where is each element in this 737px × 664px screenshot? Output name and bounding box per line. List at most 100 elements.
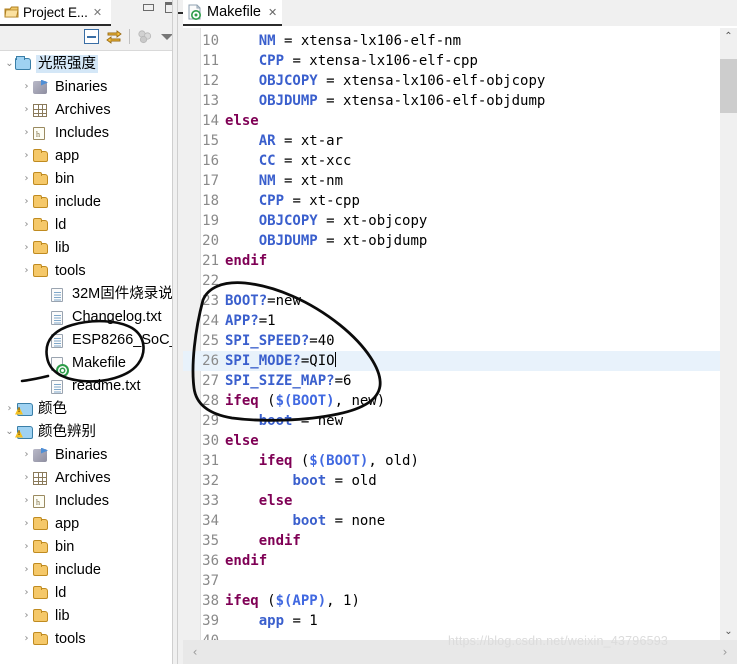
panel-divider[interactable]	[172, 0, 178, 664]
chevron-right-icon[interactable]: ›	[21, 587, 32, 598]
scroll-left-icon[interactable]: ‹	[183, 640, 207, 664]
chevron-right-icon[interactable]: ›	[4, 403, 15, 414]
tree-item[interactable]: readme.txt	[0, 374, 172, 397]
scroll-up-icon[interactable]: ⌃	[720, 28, 737, 45]
tree-item[interactable]: › include	[0, 558, 172, 581]
code-line[interactable]: 25 SPI_SPEED?=40	[183, 331, 737, 351]
chevron-right-icon[interactable]: ›	[21, 518, 32, 529]
close-icon[interactable]: ✕	[268, 6, 277, 19]
code-line[interactable]: 17 NM = xt-nm	[183, 171, 737, 191]
tree-item[interactable]: ⌄ 光照强度	[0, 52, 172, 75]
code-line[interactable]: 27 SPI_SIZE_MAP?=6	[183, 371, 737, 391]
tree-item[interactable]: › ld	[0, 581, 172, 604]
vertical-scroll-track[interactable]	[720, 45, 737, 623]
chevron-right-icon[interactable]: ›	[21, 127, 32, 138]
code-line[interactable]: 40	[183, 631, 737, 640]
code-content[interactable]: 10 NM = xtensa-lx106-elf-nm 11 CPP = xten…	[183, 31, 737, 640]
chevron-right-icon[interactable]: ›	[21, 564, 32, 575]
tree-item[interactable]: › lib	[0, 236, 172, 259]
code-line[interactable]: 33 else	[183, 491, 737, 511]
tree-item[interactable]: › lib	[0, 604, 172, 627]
chevron-down-icon[interactable]: ⌄	[4, 58, 15, 69]
code-line[interactable]: 10 NM = xtensa-lx106-elf-nm	[183, 31, 737, 51]
tree-item[interactable]: › Archives	[0, 466, 172, 489]
tree-item[interactable]: Changelog.txt	[0, 305, 172, 328]
editor-horizontal-scrollbar[interactable]: ‹ ›	[183, 640, 737, 664]
code-line[interactable]: 18 CPP = xt-cpp	[183, 191, 737, 211]
scroll-right-icon[interactable]: ›	[713, 640, 737, 664]
chevron-right-icon[interactable]: ›	[21, 196, 32, 207]
code-line[interactable]: 15 AR = xt-ar	[183, 131, 737, 151]
chevron-right-icon[interactable]: ›	[21, 81, 32, 92]
tree-item[interactable]: › bin	[0, 167, 172, 190]
chevron-right-icon[interactable]: ›	[21, 472, 32, 483]
tree-item[interactable]: ESP8266_SoC_U	[0, 328, 172, 351]
code-line[interactable]: 19 OBJCOPY = xt-objcopy	[183, 211, 737, 231]
tree-item[interactable]: › include	[0, 190, 172, 213]
chevron-down-icon[interactable]: ⌄	[4, 426, 15, 437]
code-line[interactable]: 24 APP?=1	[183, 311, 737, 331]
project-tree[interactable]: ⌄ 光照强度 › Binaries › Archives › Includes › app › bin…	[0, 52, 172, 664]
tree-item[interactable]: ⌄ 颜色辨别	[0, 420, 172, 443]
view-menu-icon[interactable]	[137, 29, 153, 44]
tree-item[interactable]: › app	[0, 144, 172, 167]
code-line[interactable]: 11 CPP = xtensa-lx106-elf-cpp	[183, 51, 737, 71]
tree-item-label: Binaries	[55, 78, 108, 95]
code-line[interactable]: 21 endif	[183, 251, 737, 271]
code-line[interactable]: 16 CC = xt-xcc	[183, 151, 737, 171]
tree-item[interactable]: › Archives	[0, 98, 172, 121]
tree-item[interactable]: › ld	[0, 213, 172, 236]
tree-item[interactable]: › Binaries	[0, 443, 172, 466]
code-line[interactable]: 34 boot = none	[183, 511, 737, 531]
code-line[interactable]: 36 endif	[183, 551, 737, 571]
tree-item[interactable]: › tools	[0, 259, 172, 282]
code-line[interactable]: 23 BOOT?=new	[183, 291, 737, 311]
view-minimize-icon[interactable]	[143, 4, 154, 11]
code-line[interactable]: 39 app = 1	[183, 611, 737, 631]
code-line[interactable]: 20 OBJDUMP = xt-objdump	[183, 231, 737, 251]
code-line[interactable]: 30 else	[183, 431, 737, 451]
tree-item[interactable]: › bin	[0, 535, 172, 558]
code-line[interactable]: 31 ifeq ($(BOOT), old)	[183, 451, 737, 471]
code-line[interactable]: 29 boot = new	[183, 411, 737, 431]
tree-item[interactable]: › Binaries	[0, 75, 172, 98]
chevron-right-icon[interactable]: ›	[21, 150, 32, 161]
code-line[interactable]: 14 else	[183, 111, 737, 131]
code-line[interactable]: 35 endif	[183, 531, 737, 551]
chevron-right-icon[interactable]: ›	[21, 495, 32, 506]
collapse-all-icon[interactable]	[84, 29, 99, 44]
close-icon[interactable]: ✕	[93, 6, 102, 19]
scroll-down-icon[interactable]: ⌄	[720, 623, 737, 640]
code-line[interactable]: 13 OBJDUMP = xtensa-lx106-elf-objdump	[183, 91, 737, 111]
tree-item[interactable]: › Includes	[0, 489, 172, 512]
chevron-right-icon[interactable]: ›	[21, 541, 32, 552]
tab-project-explorer[interactable]: Project E... ✕	[0, 0, 111, 26]
chevron-right-icon[interactable]: ›	[21, 242, 32, 253]
tree-item[interactable]: › 颜色	[0, 397, 172, 420]
tree-item[interactable]: 32M固件烧录说明	[0, 282, 172, 305]
code-line[interactable]: 22	[183, 271, 737, 291]
code-line[interactable]: 38 ifeq ($(APP), 1)	[183, 591, 737, 611]
tree-item[interactable]: › app	[0, 512, 172, 535]
horizontal-scroll-track[interactable]	[207, 640, 713, 664]
code-line[interactable]: 28 ifeq ($(BOOT), new)	[183, 391, 737, 411]
tab-makefile[interactable]: Makefile ✕	[183, 0, 283, 26]
link-with-editor-icon[interactable]	[106, 29, 122, 44]
code-line[interactable]: 32 boot = old	[183, 471, 737, 491]
chevron-right-icon[interactable]: ›	[21, 610, 32, 621]
editor-vertical-scrollbar[interactable]: ⌃ ⌄	[720, 28, 737, 640]
tree-item[interactable]: › tools	[0, 627, 172, 650]
code-editor-area[interactable]: 10 NM = xtensa-lx106-elf-nm 11 CPP = xten…	[183, 28, 737, 640]
tree-item[interactable]: Makefile	[0, 351, 172, 377]
vertical-scroll-thumb[interactable]	[720, 59, 737, 113]
code-line[interactable]: 37	[183, 571, 737, 591]
code-line[interactable]: 26 SPI_MODE?=QIO	[183, 351, 737, 371]
chevron-right-icon[interactable]: ›	[21, 265, 32, 276]
chevron-right-icon[interactable]: ›	[21, 449, 32, 460]
tree-item[interactable]: › Includes	[0, 121, 172, 144]
chevron-right-icon[interactable]: ›	[21, 104, 32, 115]
chevron-right-icon[interactable]: ›	[21, 633, 32, 644]
chevron-right-icon[interactable]: ›	[21, 219, 32, 230]
code-line[interactable]: 12 OBJCOPY = xtensa-lx106-elf-objcopy	[183, 71, 737, 91]
chevron-right-icon[interactable]: ›	[21, 173, 32, 184]
